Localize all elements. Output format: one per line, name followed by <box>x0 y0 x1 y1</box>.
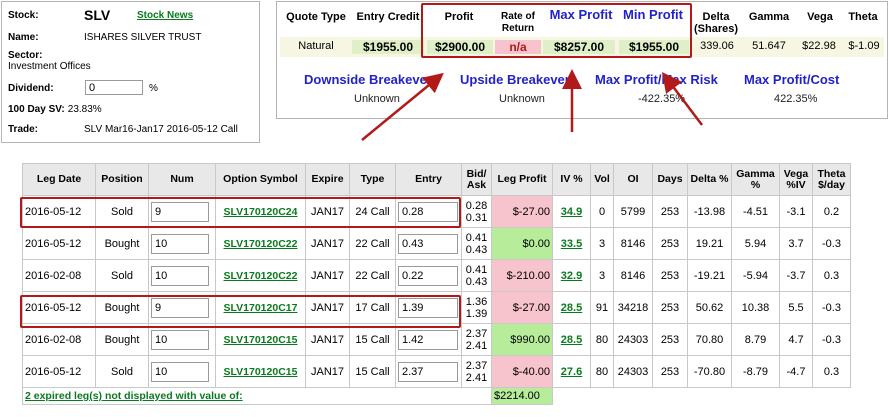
arrow-to-profit <box>361 72 444 141</box>
annotation-arrows <box>361 69 703 141</box>
arrow-to-min-profit <box>661 72 703 126</box>
